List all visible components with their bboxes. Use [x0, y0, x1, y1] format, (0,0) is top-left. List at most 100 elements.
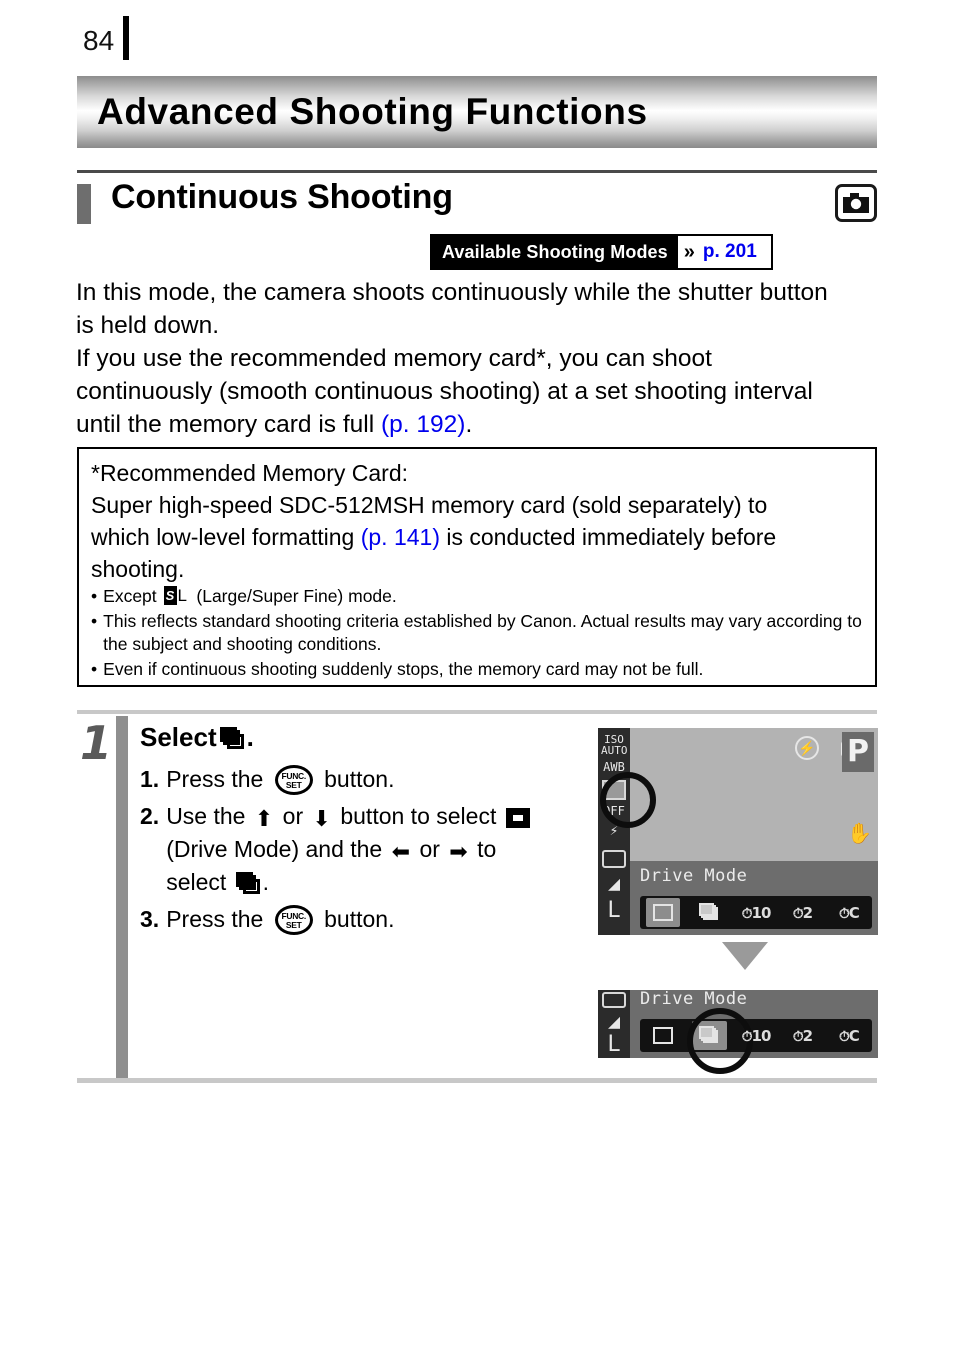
step-instructions: Select . 1. Press the FUNC. SET button. 2…: [140, 722, 580, 940]
iso-auto-icon: ISO AUTO: [601, 734, 628, 757]
sub-step-2-mid3: or: [413, 836, 447, 862]
bullet-text: Except SL (Large/Super Fine) mode.: [103, 585, 867, 608]
sub-step-2-line3-pre: select: [166, 869, 233, 895]
camera-shake-icon: ✋: [847, 823, 872, 845]
body-copy: In this mode, the camera shoots continuo…: [76, 276, 888, 441]
lcd-sidebar: ISO AUTO AWB OFF ⚡ ◢ L: [598, 728, 630, 935]
section-title: Continuous Shooting: [111, 178, 453, 216]
note-bullet-item: • Except SL (Large/Super Fine) mode.: [91, 585, 867, 608]
lcd-screenshot-drive-mode-menu: ISO AUTO AWB OFF ⚡ ◢ L ⚡ P ✋ Drive Mode: [598, 728, 878, 935]
page-number-rule: [123, 16, 129, 60]
drive-mode-panel: Drive Mode ⏱10 ⏱2 ⏱C: [630, 990, 878, 1058]
page-header: 84: [0, 0, 954, 72]
right-arrow-icon: ➡: [449, 840, 468, 865]
drive-option-single-shot[interactable]: [640, 896, 686, 929]
sub-step-3-text: Press the FUNC. SET button.: [166, 903, 580, 936]
drive-option-self-timer-10s[interactable]: ⏱10: [733, 896, 779, 929]
contrast-icon: ◢: [607, 871, 621, 895]
image-quality-L-icon: L: [607, 898, 621, 923]
lcd-sidebar: ◢ L: [598, 990, 630, 1058]
page-141-link[interactable]: (p. 141): [361, 524, 440, 550]
sub-step-2-line2-pre: (Drive Mode) and the: [166, 836, 389, 862]
large-superfine-quality-icon: SL: [163, 586, 190, 605]
func-set-button-icon[interactable]: FUNC. SET: [274, 905, 313, 935]
step-title: Select .: [140, 722, 580, 753]
self-timer-custom-label: C: [848, 1026, 860, 1045]
self-timer-10s-label: 10: [751, 903, 772, 922]
page-reference-link[interactable]: p. 201: [703, 241, 757, 263]
shooting-mode-indicator: P: [842, 732, 874, 772]
double-chevron-icon: »: [683, 241, 695, 263]
sub-step-1-post: button.: [317, 766, 395, 792]
continuous-shooting-icon: [235, 872, 260, 894]
sub-step-3-pre: Press the: [166, 906, 270, 932]
drive-option-single-shot[interactable]: [640, 1019, 686, 1052]
sub-step-1-number: 1.: [140, 766, 160, 792]
bullet-marker: •: [91, 659, 98, 679]
contrast-icon: ◢: [607, 1009, 621, 1033]
drive-mode-panel: Drive Mode ⏱10 ⏱2 ⏱C: [630, 861, 878, 935]
sub-step-1: 1. Press the FUNC. SET button.: [140, 763, 580, 796]
sub-step-2-mid1: or: [276, 803, 310, 829]
step-section-top-rule: [77, 710, 877, 714]
chapter-title: Advanced Shooting Functions: [97, 91, 648, 132]
self-timer-10s-label: 10: [751, 1026, 772, 1045]
self-timer-2s-label: 2: [802, 1026, 813, 1045]
sub-step-2-number: 2.: [140, 803, 160, 829]
note-line-2-pre: which low-level formatting: [91, 524, 361, 550]
drive-option-self-timer-custom[interactable]: ⏱C: [826, 896, 872, 929]
paragraph-1-line-1: In this mode, the camera shoots continuo…: [76, 279, 828, 306]
sub-step-2-text: Use the ⬆ or ⬇ button to select (Drive M…: [166, 800, 580, 899]
self-timer-custom-label: C: [848, 903, 860, 922]
drive-mode-sidebar-highlight: [600, 772, 656, 828]
sub-step-2-line3-post: .: [262, 869, 270, 895]
note-main-text: *Recommended Memory Card: Super high-spe…: [91, 457, 863, 585]
bullet-marker: •: [91, 611, 98, 631]
self-timer-2s-label: 2: [802, 903, 813, 922]
page-number: 84: [83, 25, 115, 56]
iso-value: AUTO: [601, 744, 628, 757]
metering-mode-icon: [602, 992, 626, 1008]
down-arrow-icon: [722, 942, 768, 970]
drive-mode-panel-label: Drive Mode: [640, 866, 748, 886]
drive-mode-options: ⏱10 ⏱2 ⏱C: [640, 896, 872, 929]
step-divider-bar: [116, 716, 128, 1078]
bullet-1-post: (Large/Super Fine) mode.: [191, 586, 397, 606]
sub-step-3-number: 3.: [140, 906, 160, 932]
note-line-2: which low-level formatting (p. 141) is c…: [91, 521, 863, 553]
drive-mode-panel-label: Drive Mode: [640, 990, 748, 1009]
bullet-text: This reflects standard shooting criteria…: [103, 611, 862, 654]
step-section-bottom-rule: [77, 1078, 877, 1083]
sub-step-2-pre: Use the: [166, 803, 252, 829]
section-accent-bar: [77, 184, 91, 224]
note-line-1: Super high-speed SDC-512MSH memory card …: [91, 492, 768, 518]
lcd-main-area: ⚡ P ✋ Drive Mode ⏱10 ⏱2 ⏱C: [630, 728, 878, 935]
drive-option-self-timer-2s[interactable]: ⏱2: [779, 1019, 825, 1052]
bullet-1-pre: Except: [103, 586, 162, 606]
sub-step-3-post: button.: [317, 906, 395, 932]
sub-step-2-mid4: to: [470, 836, 497, 862]
note-bullet-list: • Except SL (Large/Super Fine) mode. • T…: [91, 585, 867, 683]
sub-step-1-text: Press the FUNC. SET button.: [166, 763, 580, 796]
left-arrow-icon: ⬅: [391, 840, 411, 865]
down-arrow-icon: ⬇: [312, 807, 331, 832]
func-set-button-icon[interactable]: FUNC. SET: [274, 765, 313, 795]
note-line-3: shooting.: [91, 556, 185, 582]
chapter-banner: Advanced Shooting Functions: [77, 76, 877, 148]
recommended-memory-card-box: *Recommended Memory Card: Super high-spe…: [77, 447, 877, 687]
drive-option-self-timer-custom[interactable]: ⏱C: [826, 1019, 872, 1052]
paragraph-2-line-2: continuously (smooth continuous shooting…: [76, 378, 813, 405]
image-quality-L-icon: L: [607, 1032, 621, 1057]
drive-option-self-timer-2s[interactable]: ⏱2: [779, 896, 825, 929]
metering-mode-icon: [602, 850, 626, 868]
available-modes-reference[interactable]: » p. 201: [677, 236, 771, 268]
paragraph-1-line-2: is held down.: [76, 312, 220, 339]
up-arrow-icon: ⬆: [254, 807, 274, 832]
page-192-link[interactable]: (p. 192): [381, 411, 465, 438]
step-title-pre: Select: [140, 722, 217, 752]
note-line-2-post: is conducted immediately before: [439, 524, 777, 550]
drive-option-continuous-shooting[interactable]: [686, 896, 732, 929]
camera-icon: [835, 184, 877, 222]
note-bullet-item: • This reflects standard shooting criter…: [91, 610, 867, 656]
paragraph-2-line-3: until the memory card is full (p. 192).: [76, 408, 888, 441]
